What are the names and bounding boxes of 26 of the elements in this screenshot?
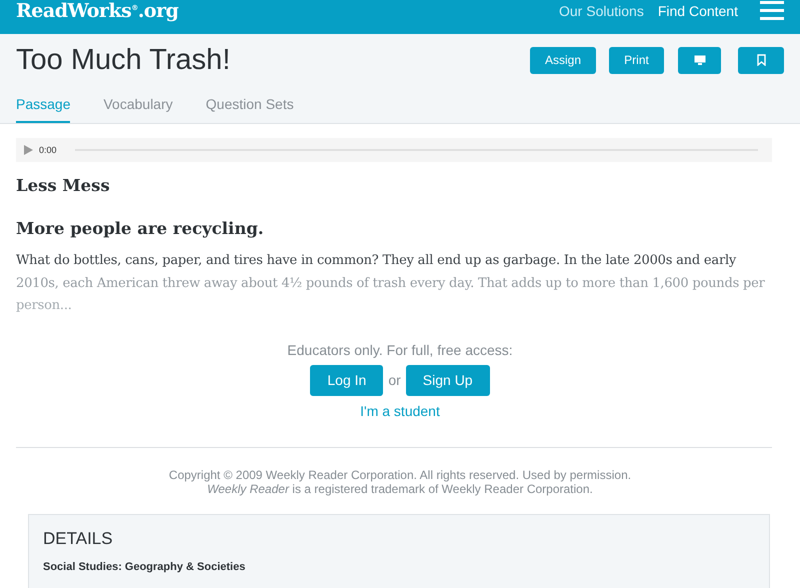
print-button[interactable]: Print — [609, 46, 664, 74]
monitor-button[interactable] — [678, 46, 721, 74]
monitor-icon — [694, 55, 706, 65]
or-label: or — [388, 372, 401, 388]
signup-button[interactable]: Sign Up — [406, 364, 490, 396]
details-title: DETAILS — [43, 528, 114, 548]
access-prompt: Educators only. For full, free access: — [287, 342, 513, 358]
trademark-text: Weekly Reader is a registered trademark of Weekly Reader Corporation. — [207, 482, 593, 496]
bookmark-button[interactable] — [738, 46, 784, 74]
student-link[interactable]: I'm a student — [360, 402, 440, 418]
audio-time: 0:00 — [39, 145, 57, 155]
subject-text: Social Studies: Geography & Societies — [43, 560, 246, 572]
nav-link[interactable]: Our Solutions — [559, 3, 644, 19]
passage-subheading: More people are recycling. — [16, 219, 265, 238]
page-title: Too Much Trash! — [16, 44, 232, 76]
bookmark-icon — [756, 54, 766, 66]
play-icon[interactable] — [24, 145, 33, 155]
menu-icon[interactable] — [760, 1, 784, 21]
copyright-text: Copyright © 2009 Weekly Reader Corporation. All rights reserved. Used by permission. — [168, 468, 632, 482]
login-button[interactable]: Log In — [310, 364, 384, 396]
tab[interactable]: Passage — [16, 96, 70, 123]
passage-heading: Less Mess — [16, 176, 111, 195]
nav-link[interactable]: Find Content — [658, 3, 738, 19]
tab[interactable]: Question Sets — [206, 96, 294, 123]
tab[interactable]: Vocabulary — [103, 96, 173, 123]
assign-button[interactable]: Assign — [530, 46, 596, 74]
